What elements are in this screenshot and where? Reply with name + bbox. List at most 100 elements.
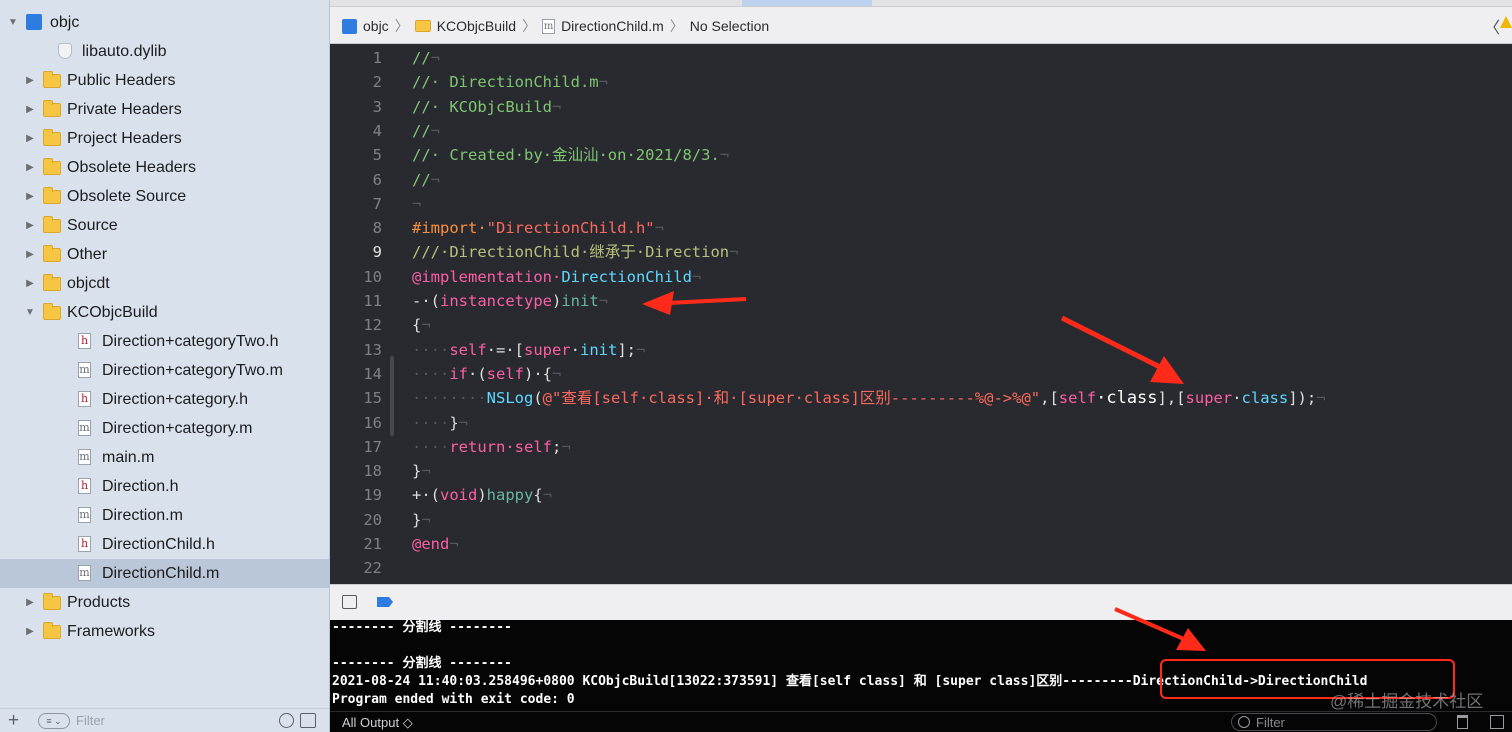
navigator-item[interactable]: ▶ Obsolete Headers	[0, 153, 329, 182]
navigator-item[interactable]: libauto.dylib	[0, 37, 329, 66]
disclosure-closed-icon[interactable]: ▶	[23, 248, 37, 262]
warning-icon[interactable]	[1500, 16, 1512, 28]
breadcrumb-symbol[interactable]: No Selection	[690, 18, 769, 34]
code-token: #import·	[412, 219, 487, 238]
scm-filter-icon[interactable]	[300, 713, 316, 728]
split-console-icon[interactable]	[1490, 715, 1504, 729]
navigator-item[interactable]: m main.m	[0, 443, 329, 472]
header-file-icon: h	[78, 391, 91, 407]
code-line[interactable]: ····self·=·[super·init];¬	[412, 338, 645, 362]
breadcrumb-group[interactable]: KCObjcBuild	[437, 18, 516, 34]
console-filter-input[interactable]: Filter	[1256, 715, 1285, 730]
navigator-item[interactable]: h Direction.h	[0, 472, 329, 501]
code-token: ¬	[598, 292, 608, 310]
code-line[interactable]: ········NSLog(@"查看[self·class]·和·[super·…	[412, 386, 1326, 410]
navigator-item[interactable]: ▶ Private Headers	[0, 95, 329, 124]
breadcrumb-file[interactable]: DirectionChild.m	[561, 18, 664, 34]
navigator-item[interactable]: ▶ Public Headers	[0, 66, 329, 95]
navigator-item[interactable]: m Direction+categoryTwo.m	[0, 356, 329, 385]
code-line[interactable]: //¬	[412, 119, 440, 143]
navigator-item[interactable]: m Direction.m	[0, 501, 329, 530]
code-line[interactable]: //· KCObjcBuild¬	[412, 95, 561, 119]
code-token: //· DirectionChild.m	[412, 73, 599, 92]
code-line[interactable]: -·(instancetype)init¬	[412, 289, 608, 313]
code-line[interactable]: #import·"DirectionChild.h"¬	[412, 216, 664, 240]
breakpoints-toggle-icon[interactable]	[377, 597, 393, 607]
navigator-item[interactable]: ▼ KCObjcBuild	[0, 298, 329, 327]
navigator-item[interactable]: m DirectionChild.m	[0, 559, 329, 588]
disclosure-closed-icon[interactable]: ▶	[23, 161, 37, 175]
disclosure-closed-icon[interactable]: ▶	[23, 596, 37, 610]
objc-file-icon: m	[78, 449, 91, 465]
navigator-item[interactable]: h DirectionChild.h	[0, 530, 329, 559]
navigator-item[interactable]: ▶ Source	[0, 211, 329, 240]
disclosure-closed-icon[interactable]: ▶	[23, 74, 37, 88]
code-line[interactable]: ····if·(self)·{¬	[412, 362, 561, 386]
console-filter-field[interactable]: Filter	[1231, 713, 1437, 731]
code-line[interactable]: {¬	[412, 313, 431, 337]
code-line[interactable]: ¬	[412, 192, 421, 216]
navigator-item[interactable]: h Direction+categoryTwo.h	[0, 327, 329, 356]
disclosure-closed-icon[interactable]: ▶	[23, 132, 37, 146]
code-line[interactable]: //¬	[412, 168, 440, 192]
code-line[interactable]: //· Created·by·金汕汕·on·2021/8/3.¬	[412, 143, 729, 167]
disclosure-closed-icon[interactable]: ▶	[23, 219, 37, 233]
code-line[interactable]: //¬	[412, 46, 440, 70]
recent-files-icon[interactable]	[279, 713, 294, 728]
add-button[interactable]: +	[8, 710, 19, 732]
line-number: 16	[363, 413, 382, 432]
code-line[interactable]: @end¬	[412, 532, 459, 556]
navigator-filter-input[interactable]: Filter	[76, 713, 105, 728]
source-editor[interactable]: 1 2 3 4 5 6 7 8 9 10 11 12 13 14 15 16 17 18 19 20 21 22 //¬ /…	[330, 44, 1512, 584]
code-line[interactable]: +·(void)happy{¬	[412, 483, 552, 507]
navigator-item[interactable]: ▶ Project Headers	[0, 124, 329, 153]
chevron-right-icon: 〉	[394, 18, 409, 34]
line-number: 9	[372, 243, 382, 262]
code-line[interactable]: ///·DirectionChild·继承于·Direction¬	[412, 240, 738, 264]
code-line[interactable]: ····return·self;¬	[412, 435, 571, 459]
library-icon	[58, 43, 72, 59]
hide-debug-area-icon[interactable]	[342, 595, 357, 609]
code-token: ·	[1232, 389, 1242, 408]
code-token: ¬	[421, 316, 431, 335]
code-token: }	[412, 462, 422, 481]
disclosure-closed-icon[interactable]: ▶	[23, 277, 37, 291]
disclosure-closed-icon[interactable]: ▶	[23, 103, 37, 117]
line-number: 3	[372, 97, 382, 116]
navigator-item[interactable]: ▶ Obsolete Source	[0, 182, 329, 211]
navigator-item[interactable]: ▶ Other	[0, 240, 329, 269]
navigator-item[interactable]: m Direction+category.m	[0, 414, 329, 443]
line-number: 7	[372, 194, 382, 213]
code-line[interactable]: ····}¬	[412, 411, 468, 435]
code-line[interactable]: }¬	[412, 459, 431, 483]
disclosure-open-icon[interactable]: ▼	[6, 16, 20, 30]
filter-options-icon[interactable]: ≡ ⌄	[38, 713, 70, 729]
code-token: }	[449, 413, 459, 432]
code-line[interactable]: //· DirectionChild.m¬	[412, 70, 608, 94]
debug-bar	[330, 584, 1512, 620]
disclosure-closed-icon[interactable]: ▶	[23, 190, 37, 204]
code-token: self	[486, 364, 524, 383]
line-number: 19	[363, 486, 382, 505]
line-number: 22	[363, 559, 382, 578]
output-selector[interactable]: All Output ◇	[342, 715, 413, 731]
console-filter-bar: All Output ◇ Filter	[330, 711, 1512, 732]
code-token: ¬	[654, 219, 664, 238]
trash-icon[interactable]	[1457, 715, 1468, 729]
navigator-item[interactable]: ▶ Products	[0, 588, 329, 617]
folder-icon	[43, 187, 61, 204]
breadcrumb-project[interactable]: objc	[363, 18, 389, 34]
code-token: ,[	[1040, 389, 1059, 408]
navigator-item[interactable]: ▶ objcdt	[0, 269, 329, 298]
navigator-item[interactable]: ▼ objc	[0, 8, 329, 37]
code-folding-ribbon[interactable]	[390, 356, 394, 436]
navigator-item-label: Public Headers	[67, 71, 176, 89]
code-token: NSLog	[486, 389, 534, 408]
navigator-item[interactable]: ▶ Frameworks	[0, 617, 329, 646]
disclosure-open-icon[interactable]: ▼	[23, 306, 37, 320]
navigator-item[interactable]: h Direction+category.h	[0, 385, 329, 414]
chevron-left-icon[interactable]: 〈	[1484, 14, 1500, 38]
disclosure-closed-icon[interactable]: ▶	[23, 625, 37, 639]
chevron-right-icon: 〉	[522, 18, 537, 34]
code-line[interactable]: }¬	[412, 508, 431, 532]
